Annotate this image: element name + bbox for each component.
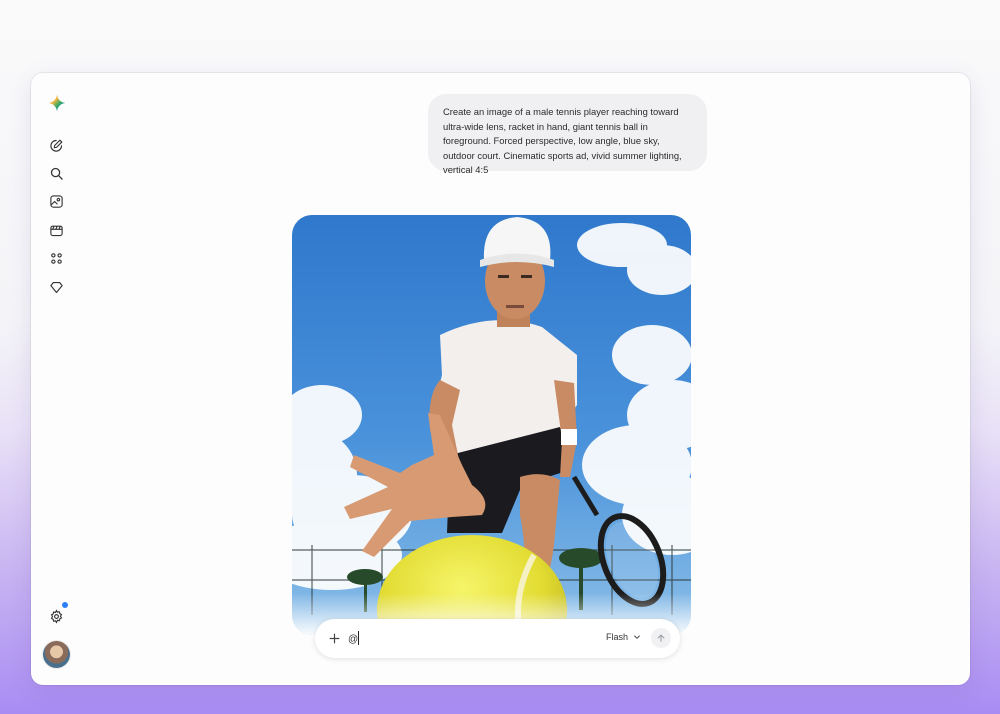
settings-button[interactable]	[46, 602, 68, 626]
new-chat-icon[interactable]	[46, 135, 66, 155]
gem-icon[interactable]	[46, 277, 66, 297]
model-selector[interactable]: Flash	[606, 632, 641, 642]
chevron-down-icon	[634, 635, 640, 639]
generated-image[interactable]	[292, 215, 691, 635]
user-avatar[interactable]	[43, 641, 70, 668]
tennis-player-image	[292, 215, 691, 635]
user-prompt-bubble: Create an image of a male tennis player …	[428, 94, 707, 175]
gear-icon	[50, 608, 62, 624]
sidebar	[31, 73, 81, 685]
prompt-input[interactable]	[348, 631, 548, 647]
model-label: Flash	[606, 632, 629, 642]
text-caret	[358, 631, 359, 645]
arrow-up-icon	[657, 634, 665, 642]
prompt-composer: Flash	[315, 619, 680, 658]
notification-badge	[62, 602, 68, 608]
gemini-logo-icon[interactable]	[46, 92, 68, 114]
search-icon[interactable]	[46, 163, 66, 183]
add-attachment-button[interactable]	[325, 629, 343, 647]
image-gallery-icon[interactable]	[46, 191, 66, 211]
send-button[interactable]	[651, 628, 671, 648]
apps-grid-icon[interactable]	[46, 248, 66, 268]
video-clapper-icon[interactable]	[46, 220, 66, 240]
plus-icon	[329, 633, 339, 643]
app-window: Create an image of a male tennis player …	[31, 73, 970, 685]
